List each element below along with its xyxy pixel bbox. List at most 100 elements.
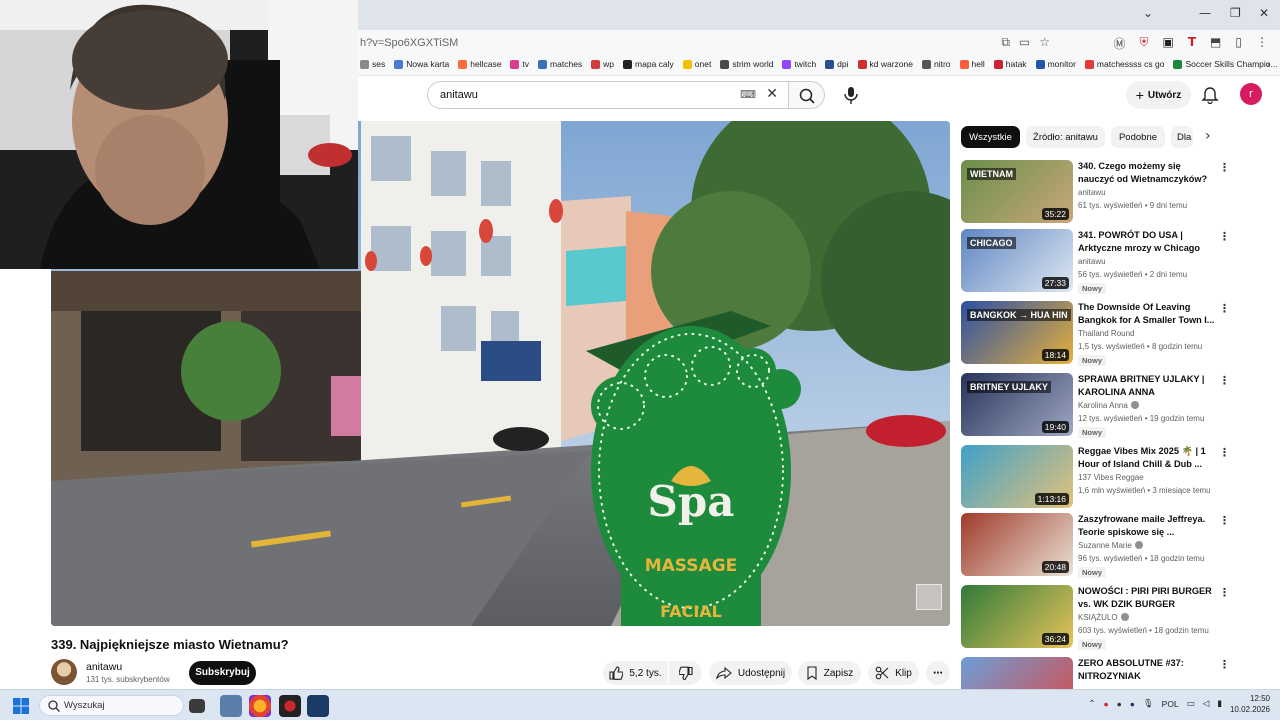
keyboard-icon[interactable]: ⌨ bbox=[740, 88, 756, 101]
subscribe-button[interactable]: Subskrybuj bbox=[189, 661, 256, 685]
url-field[interactable]: h?v=Spo6XGXTiSM bbox=[360, 37, 458, 49]
chip-similar[interactable]: Podobne bbox=[1111, 126, 1165, 148]
bookmark-item[interactable]: matchessss cs go bbox=[1084, 59, 1164, 69]
recommendation-channel[interactable]: Suzanne Marie bbox=[1078, 541, 1143, 550]
install-app-icon[interactable]: ⧉ bbox=[1001, 35, 1010, 50]
video-thumbnail[interactable]: 20:48 bbox=[961, 513, 1073, 576]
clock[interactable]: 12:50 10.02.2026 bbox=[1230, 693, 1270, 715]
app-icon-3[interactable] bbox=[279, 695, 301, 717]
steam-app-icon[interactable] bbox=[307, 695, 329, 717]
more-options-icon[interactable]: ⋮ bbox=[1219, 230, 1230, 243]
search-input[interactable]: anitawu bbox=[440, 89, 478, 101]
chip-source[interactable]: Źródło: anitawu bbox=[1026, 126, 1105, 148]
cast-icon[interactable]: ▭ bbox=[1019, 35, 1030, 50]
clip-button[interactable]: Klip bbox=[868, 661, 919, 685]
maximize-icon[interactable]: ❐ bbox=[1230, 6, 1241, 20]
bookmark-item[interactable]: wp bbox=[591, 59, 614, 69]
recommendation-item[interactable]: BANGKOK → HUA HIN 18:14 The Downside Of Le… bbox=[961, 301, 1266, 367]
recommendation-title[interactable]: Reggae Vibes Mix 2025 🌴 | 1 Hour of Isla… bbox=[1078, 445, 1218, 470]
tray-overflow-icon[interactable]: ⌃ bbox=[1088, 699, 1095, 709]
more-actions-button[interactable]: ⋯ bbox=[926, 661, 950, 685]
recommendation-title[interactable]: ZERO ABSOLUTNE #37: NITROZYNIAK bbox=[1078, 657, 1218, 682]
more-options-icon[interactable]: ⋮ bbox=[1219, 446, 1230, 459]
more-options-icon[interactable]: ⋮ bbox=[1219, 302, 1230, 315]
tray-microphone-icon[interactable]: 🎙 bbox=[1143, 699, 1154, 709]
recommendation-channel[interactable]: Thailand Round bbox=[1078, 329, 1134, 338]
recommendation-item[interactable]: BRITNEY UJLAKY 19:40 SPRAWA BRITNEY UJLAKY… bbox=[961, 373, 1266, 439]
create-button[interactable]: + Utwórz bbox=[1126, 81, 1191, 109]
dislike-button[interactable] bbox=[669, 661, 702, 685]
extensions-puzzle-icon[interactable]: ⬒ bbox=[1210, 35, 1221, 52]
taskbar-search[interactable]: Wyszukaj bbox=[39, 695, 184, 716]
tray-app-icon-2[interactable]: ● bbox=[1117, 699, 1122, 709]
chips-next-chevron-icon[interactable]: › bbox=[1205, 128, 1211, 144]
recommendation-title[interactable]: 340. Czego możemy się nauczyć od Wietnam… bbox=[1078, 160, 1218, 185]
bookmark-item[interactable]: onet bbox=[682, 59, 711, 69]
recommendation-channel[interactable]: anitawu bbox=[1078, 257, 1106, 266]
recommendation-channel[interactable]: anitawu bbox=[1078, 188, 1106, 197]
bookmark-star-icon[interactable]: ☆ bbox=[1039, 35, 1050, 50]
channel-avatar[interactable] bbox=[51, 659, 77, 685]
more-options-icon[interactable]: ⋮ bbox=[1219, 374, 1230, 387]
search-box[interactable]: anitawu ⌨ ✕ bbox=[427, 81, 789, 109]
more-options-icon[interactable]: ⋮ bbox=[1219, 514, 1230, 527]
recommendation-title[interactable]: The Downside Of Leaving Bangkok for A Sm… bbox=[1078, 301, 1218, 326]
more-options-icon[interactable]: ⋮ bbox=[1219, 586, 1230, 599]
bookmark-item[interactable]: tv bbox=[510, 59, 529, 69]
recommendation-title[interactable]: SPRAWA BRITNEY UJLAKY | KAROLINA ANNA bbox=[1078, 373, 1218, 398]
clear-search-icon[interactable]: ✕ bbox=[766, 86, 778, 102]
video-thumbnail[interactable]: BANGKOK → HUA HIN 18:14 bbox=[961, 301, 1073, 364]
video-thumbnail[interactable]: WIETNAM 35:22 bbox=[961, 160, 1073, 223]
recommendation-item[interactable]: 1:13:16 Reggae Vibes Mix 2025 🌴 | 1 Hour … bbox=[961, 445, 1266, 511]
bookmark-item[interactable]: hell bbox=[959, 59, 985, 69]
close-window-icon[interactable]: ✕ bbox=[1259, 6, 1269, 20]
browser-menu-icon[interactable]: ⋮ bbox=[1256, 35, 1268, 52]
t-extension-icon[interactable]: T bbox=[1188, 35, 1196, 52]
bookmark-item[interactable]: Nowa karta bbox=[394, 59, 449, 69]
search-button[interactable] bbox=[789, 81, 825, 109]
bookmark-item[interactable]: monitor bbox=[1035, 59, 1076, 69]
sidebar-icon[interactable]: ▯ bbox=[1235, 35, 1242, 52]
bookmark-item[interactable]: twitch bbox=[782, 59, 816, 69]
windows-start-icon[interactable] bbox=[13, 698, 29, 714]
chip-for-you[interactable]: Dla bbox=[1171, 126, 1193, 148]
bookmark-item[interactable]: dpi bbox=[825, 59, 849, 69]
notifications-bell-icon[interactable] bbox=[1201, 84, 1219, 104]
recommendation-item[interactable]: WIETNAM 35:22 340. Czego możemy się nauczy… bbox=[961, 160, 1266, 226]
language-indicator[interactable]: POL bbox=[1162, 699, 1179, 709]
bookmarks-overflow-icon[interactable]: › bbox=[1267, 59, 1270, 70]
bookmark-item[interactable]: kd warzone bbox=[857, 59, 913, 69]
more-options-icon[interactable]: ⋮ bbox=[1219, 161, 1230, 174]
channel-name[interactable]: anitawu bbox=[86, 661, 122, 673]
voice-search-button[interactable] bbox=[836, 81, 866, 109]
video-thumbnail[interactable]: 36:24 bbox=[961, 585, 1073, 648]
more-options-icon[interactable]: ⋮ bbox=[1219, 658, 1230, 671]
recommendation-item[interactable]: 36:24 NOWOŚCI : PIRI PIRI BURGER vs. WK D… bbox=[961, 585, 1266, 651]
bookmark-item[interactable]: hellcase bbox=[458, 59, 501, 69]
minimize-icon[interactable]: — bbox=[1199, 6, 1211, 20]
recommendation-channel[interactable]: 137 Vibes Reggae bbox=[1078, 473, 1144, 482]
bookmark-item[interactable]: matches bbox=[538, 59, 582, 69]
tray-app-icon-1[interactable]: ● bbox=[1103, 699, 1108, 709]
recommendation-title[interactable]: NOWOŚCI : PIRI PIRI BURGER vs. WK DZIK B… bbox=[1078, 585, 1218, 610]
game-extension-icon[interactable]: ▣ bbox=[1163, 35, 1174, 52]
recommendation-item[interactable]: 20:48 Zaszyfrowane maile Jeffreya. Teorie… bbox=[961, 513, 1266, 579]
battery-icon[interactable]: ▮ bbox=[1217, 699, 1222, 709]
like-button[interactable]: 5,2 tys. bbox=[603, 661, 668, 685]
video-thumbnail[interactable]: 1:13:16 bbox=[961, 445, 1073, 508]
recommendation-channel[interactable]: KSIĄŻULO bbox=[1078, 613, 1129, 622]
recommendation-item[interactable]: CHICAGO 27:33 341. POWRÓT DO USA | Arktycz… bbox=[961, 229, 1266, 295]
bookmark-item[interactable]: Soccer Skills Champio... bbox=[1173, 59, 1278, 69]
chip-all[interactable]: Wszystkie bbox=[961, 126, 1020, 148]
recommendation-title[interactable]: 341. POWRÓT DO USA | Arktyczne mrozy w C… bbox=[1078, 229, 1218, 254]
bookmark-item[interactable]: mapa caly bbox=[623, 59, 674, 69]
volume-icon[interactable]: ◁ bbox=[1203, 699, 1210, 709]
recommendation-channel[interactable]: Karolina Anna bbox=[1078, 401, 1139, 410]
firefox-app-icon[interactable] bbox=[249, 695, 271, 717]
m-extension-icon[interactable]: Ⓜ bbox=[1113, 35, 1125, 52]
account-avatar[interactable]: r bbox=[1240, 83, 1262, 105]
tray-steam-icon[interactable]: ● bbox=[1130, 699, 1135, 709]
video-thumbnail[interactable]: CHICAGO 27:33 bbox=[961, 229, 1073, 292]
bookmark-item[interactable]: ses bbox=[360, 59, 385, 69]
file-explorer-app-icon[interactable] bbox=[220, 695, 242, 717]
